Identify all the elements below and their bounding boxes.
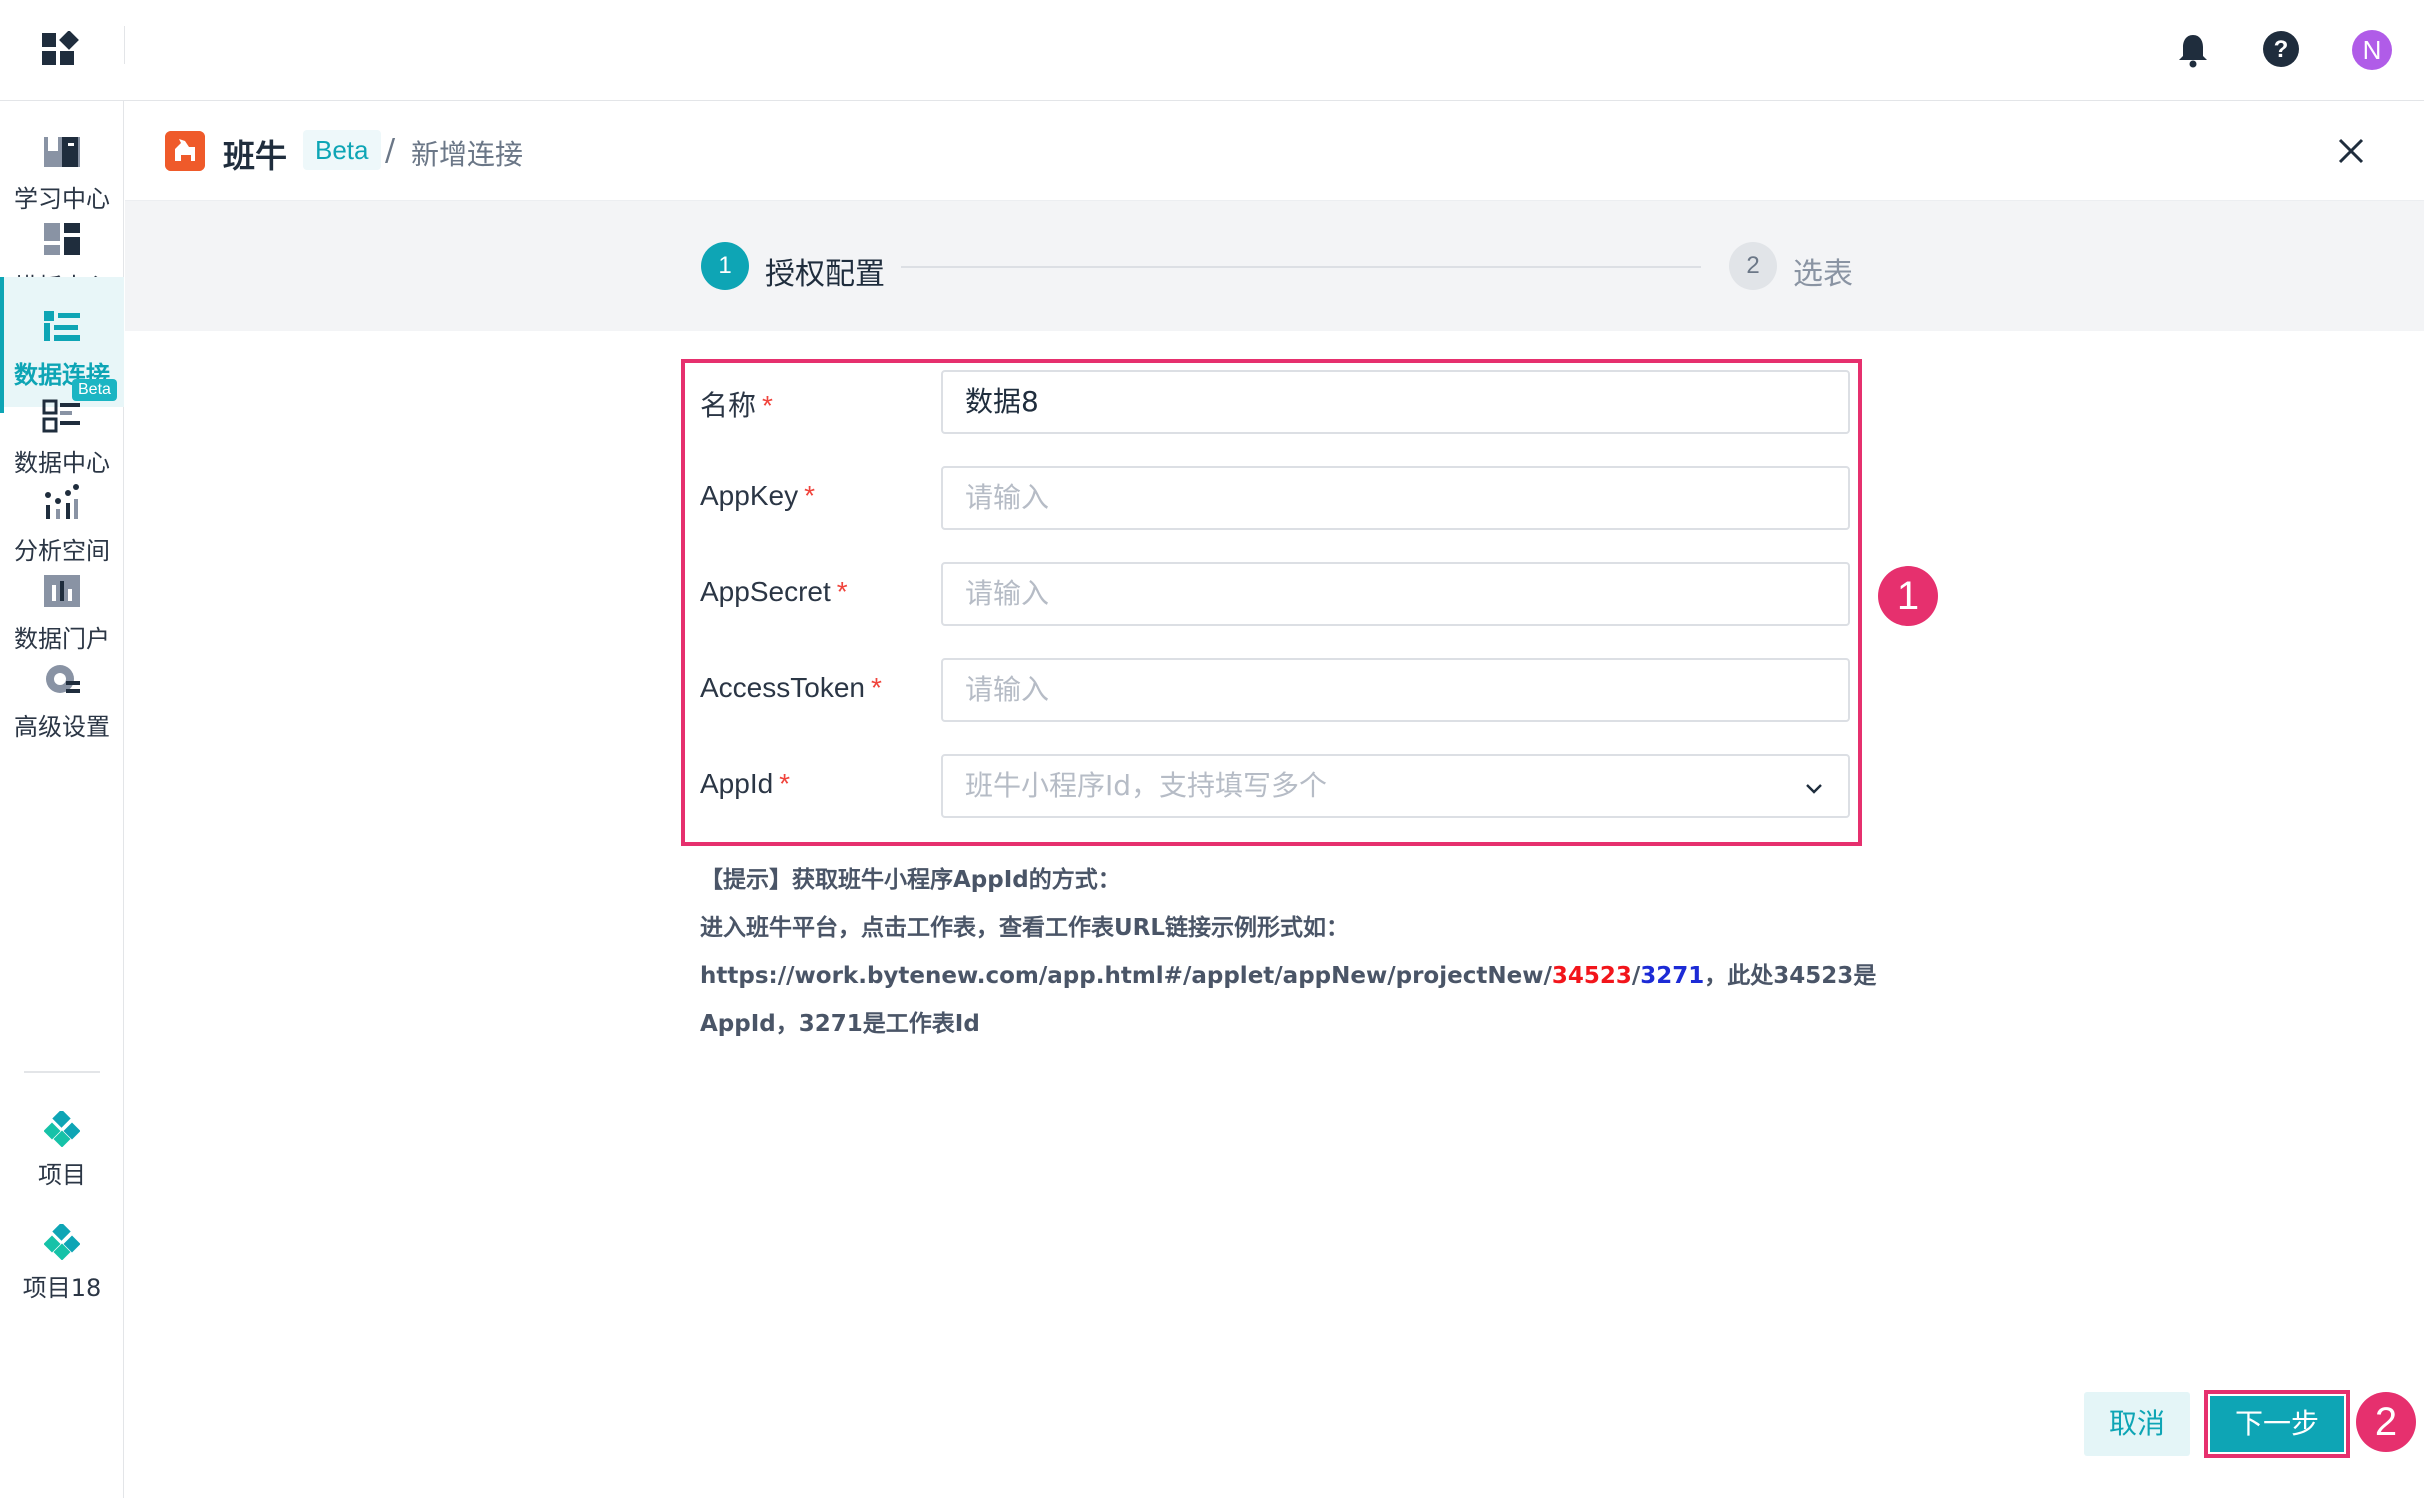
bell-icon[interactable] [2176, 32, 2210, 68]
beta-tag: Beta [303, 130, 381, 170]
step-number: 1 [701, 242, 749, 290]
close-icon[interactable] [2335, 135, 2367, 167]
required-mark: * [762, 390, 773, 421]
step-label: 授权配置 [765, 257, 885, 292]
form-row-appid: AppId * 班牛小程序Id，支持填写多个 [700, 754, 1850, 818]
svg-text:?: ? [2274, 36, 2289, 63]
appid-placeholder: 班牛小程序Id，支持填写多个 [965, 769, 1328, 802]
form-row-appsecret: AppSecret * 请输入 [700, 562, 1850, 626]
annotation-marker-1: 1 [1878, 566, 1938, 626]
url-sheet-id: 3271 [1640, 963, 1705, 989]
required-mark: * [779, 768, 791, 799]
field-label: AppId * [700, 768, 791, 799]
bytenew-logo-icon [165, 131, 205, 171]
cancel-button[interactable]: 取消 [2084, 1392, 2190, 1456]
data-center-icon [42, 399, 80, 433]
project-icon [44, 1224, 80, 1260]
sidebar: 学习中心 模板中心 数据连接 Beta 数据中心 分析空间 [0, 101, 124, 1498]
apps-grid-icon[interactable] [40, 31, 84, 67]
book-icon [44, 137, 80, 167]
step-number: 2 [1729, 242, 1777, 290]
appid-select[interactable]: 班牛小程序Id，支持填写多个 [941, 754, 1850, 818]
connector-name: 班牛 [223, 137, 288, 175]
steps-bar: 1 授权配置 2 选表 [125, 201, 2424, 331]
accesstoken-input[interactable]: 请输入 [941, 658, 1850, 722]
analysis-icon [45, 484, 79, 519]
user-avatar[interactable]: N [2352, 30, 2392, 70]
project-icon [44, 1111, 80, 1147]
form-row-name: 名称 * 数据8 [700, 370, 1850, 434]
top-bar: ? N [0, 0, 2424, 101]
hint-line: AppId，3271是工作表Id [700, 1011, 980, 1037]
field-label: 名称 * [700, 390, 773, 421]
project-label: 项目 [38, 1161, 86, 1189]
page-title: 新增连接 [411, 138, 524, 171]
url-appid: 34523 [1551, 963, 1632, 989]
sidebar-project-item[interactable]: 项目 [0, 1105, 124, 1205]
breadcrumb-separator: / [385, 133, 396, 168]
required-mark: * [870, 672, 882, 703]
data-connection-icon [44, 311, 80, 341]
field-label: AppSecret * [700, 576, 848, 607]
page-header: 班牛 Beta / 新增连接 [125, 101, 2424, 201]
annotation-marker-2: 2 [2356, 1392, 2416, 1452]
chevron-down-icon [1806, 784, 1822, 794]
name-input[interactable]: 数据8 [941, 370, 1850, 434]
appkey-input[interactable]: 请输入 [941, 466, 1850, 530]
hint-url-line: https://work.bytenew.com/app.html#/apple… [700, 963, 1877, 989]
next-step-button[interactable]: 下一步 [2210, 1396, 2344, 1452]
sidebar-item-label: 高级设置 [14, 713, 110, 741]
sidebar-project-item[interactable]: 项目18 [0, 1218, 124, 1318]
portal-icon [44, 575, 80, 607]
hint-line: 进入班牛平台，点击工作表，查看工作表URL链接示例形式如： [700, 915, 1350, 941]
form-row-appkey: AppKey * 请输入 [700, 466, 1850, 530]
help-icon[interactable]: ? [2262, 30, 2300, 68]
required-mark: * [804, 480, 815, 511]
form-row-accesstoken: AccessToken * 请输入 [700, 658, 1850, 722]
template-icon [44, 223, 80, 255]
appsecret-input[interactable]: 请输入 [941, 562, 1850, 626]
project-label: 项目18 [22, 1274, 102, 1302]
sidebar-divider [24, 1071, 100, 1073]
field-label: AppKey * [700, 480, 815, 511]
hint-title: 【提示】获取班牛小程序AppId的方式： [700, 867, 1121, 893]
step-label: 选表 [1793, 257, 1853, 292]
required-mark: * [836, 576, 848, 607]
beta-badge: Beta [72, 379, 117, 401]
topbar-divider [124, 26, 125, 64]
gear-icon [46, 665, 80, 693]
field-label: AccessToken * [700, 672, 882, 703]
step-connector [901, 266, 1701, 268]
sidebar-item-advanced-settings[interactable]: 高级设置 [0, 629, 124, 765]
